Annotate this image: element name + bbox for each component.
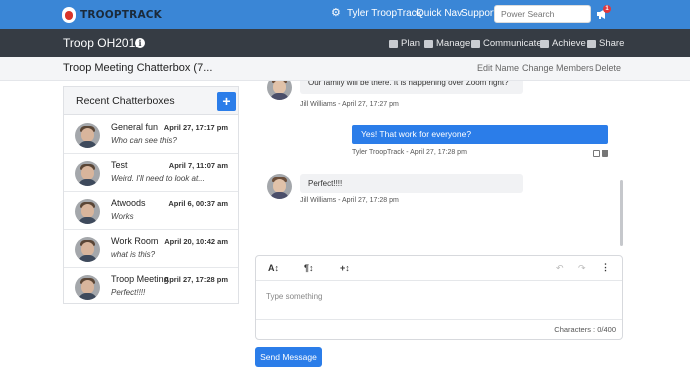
trooptrack-logo-icon [62,7,76,23]
menu-share[interactable]: Share [587,38,624,49]
chatterbox-item[interactable]: General fun April 27, 17:17 pm Who can s… [64,116,238,154]
menu-plan-label: Plan [401,38,421,49]
paragraph-button[interactable]: ¶↕ [304,263,314,273]
menu-communicate[interactable]: Communicate [471,38,542,49]
separator: · [590,63,593,73]
avatar [267,81,292,100]
avatar [267,174,292,199]
trooptrack-logo[interactable]: TROOPTRACK [62,6,162,24]
avatar [75,123,100,148]
change-members-link[interactable]: Change Members [522,63,594,73]
user-menu-link[interactable]: Tyler TroopTrack [347,8,422,19]
menu-share-label: Share [599,38,625,49]
chatterbox-name: Test [111,160,128,170]
top-navbar: TROOPTRACK ⚙ Tyler TroopTrack Quick Nav … [0,0,690,29]
own-message-bubble: Yes! That work for everyone? [352,125,608,144]
chatterbox-date: April 20, 10:42 am [164,237,228,246]
message-bubble: Perfect!!!! [300,174,523,193]
undo-icon[interactable]: ↶ [556,263,564,274]
message-editor: A↕ ¶↕ +↕ ↶ ↷ ⋮ Type something Characters… [255,255,623,340]
chatterbox-name: Work Room [111,236,159,246]
message-meta: Jill Williams - April 27, 17:27 pm [300,101,399,108]
avatar [75,237,100,262]
chatterbox-item[interactable]: Troop Meeting April 27, 17:28 pm Perfect… [64,268,238,306]
message-input[interactable]: Type something [266,292,322,301]
users-icon [424,39,433,48]
font-size-button[interactable]: A↕ [268,263,279,273]
menu-achieve-label: Achieve [552,38,586,49]
chatterbox-name: Troop Meeting [111,274,169,284]
send-message-button[interactable]: Send Message [255,347,322,367]
power-search-input[interactable] [494,5,591,23]
info-icon[interactable]: i [135,38,145,48]
chatterbox-name: Atwoods [111,198,146,208]
chatterbox-item[interactable]: Atwoods April 6, 00:37 am Works [64,192,238,230]
menu-manage[interactable]: Manage [424,38,470,49]
redo-icon[interactable]: ↷ [578,263,586,274]
menu-plan[interactable]: Plan [389,38,420,49]
message-meta: Jill Williams - April 27, 17:28 pm [300,197,399,204]
brand-name: TROOPTRACK [80,9,163,21]
troop-bar: Troop OH2012 i Plan Manage Communicate A… [0,29,690,57]
chat-scrollbar[interactable] [620,180,623,246]
avatar [75,199,100,224]
chatterbox-date: April 27, 17:17 pm [163,123,228,132]
chatterbox-preview: Works [111,212,134,221]
menu-achieve[interactable]: Achieve [540,38,586,49]
edit-icon[interactable] [593,150,600,157]
menu-manage-label: Manage [436,38,471,49]
chatterbox-name: General fun [111,122,159,132]
chatterbox-date: April 27, 17:28 pm [163,275,228,284]
new-chatterbox-button[interactable]: + [217,92,236,111]
delete-link[interactable]: Delete [595,63,621,73]
chatterbox-item[interactable]: Work Room April 20, 10:42 am what is thi… [64,230,238,268]
chatterbox-date: April 7, 11:07 am [168,161,228,170]
image-icon [587,39,596,48]
avatar [75,275,100,300]
divider [256,280,622,281]
separator: · [517,63,520,73]
support-link[interactable]: Support [461,8,496,19]
trash-icon[interactable] [602,150,608,157]
gear-icon[interactable]: ⚙ [331,8,341,19]
edit-name-link[interactable]: Edit Name [477,63,519,73]
divider [256,319,622,320]
message-bubble: Our family will be there. It is happenin… [300,81,523,94]
chatterbox-date: April 6, 00:37 am [168,199,228,208]
panel-header: Recent Chatterboxes + [64,87,238,115]
chatterbox-item[interactable]: Test April 7, 11:07 am Weird. I'll need … [64,154,238,192]
message-thread: Our family will be there. It is happenin… [255,81,625,249]
recent-chatterboxes-panel: Recent Chatterboxes + General fun April … [63,86,239,304]
insert-button[interactable]: +↕ [340,263,350,273]
chatterbox-preview: Who can see this? [111,136,177,145]
panel-title: Recent Chatterboxes [76,95,175,107]
notification-count-badge: 1 [603,5,611,13]
page-subheader: Troop Meeting Chatterbox (7... Edit Name… [0,57,690,81]
chatterbox-preview: Weird. I'll need to look at... [111,174,205,183]
calendar-icon [389,39,398,48]
trophy-icon [540,39,549,48]
avatar [75,161,100,186]
chatterbox-preview: what is this? [111,250,156,259]
page-title: Troop Meeting Chatterbox (7... [63,62,213,74]
character-counter: Characters : 0/400 [554,325,616,334]
quick-nav-link[interactable]: Quick Nav [416,8,462,19]
message-meta: Tyler TroopTrack - April 27, 17:28 pm [352,149,467,156]
chatterbox-preview: Perfect!!!! [111,288,146,297]
chat-icon [471,39,480,48]
more-options-icon[interactable]: ⋮ [601,262,610,273]
troop-title[interactable]: Troop OH2012 [63,36,142,50]
menu-communicate-label: Communicate [483,38,542,49]
